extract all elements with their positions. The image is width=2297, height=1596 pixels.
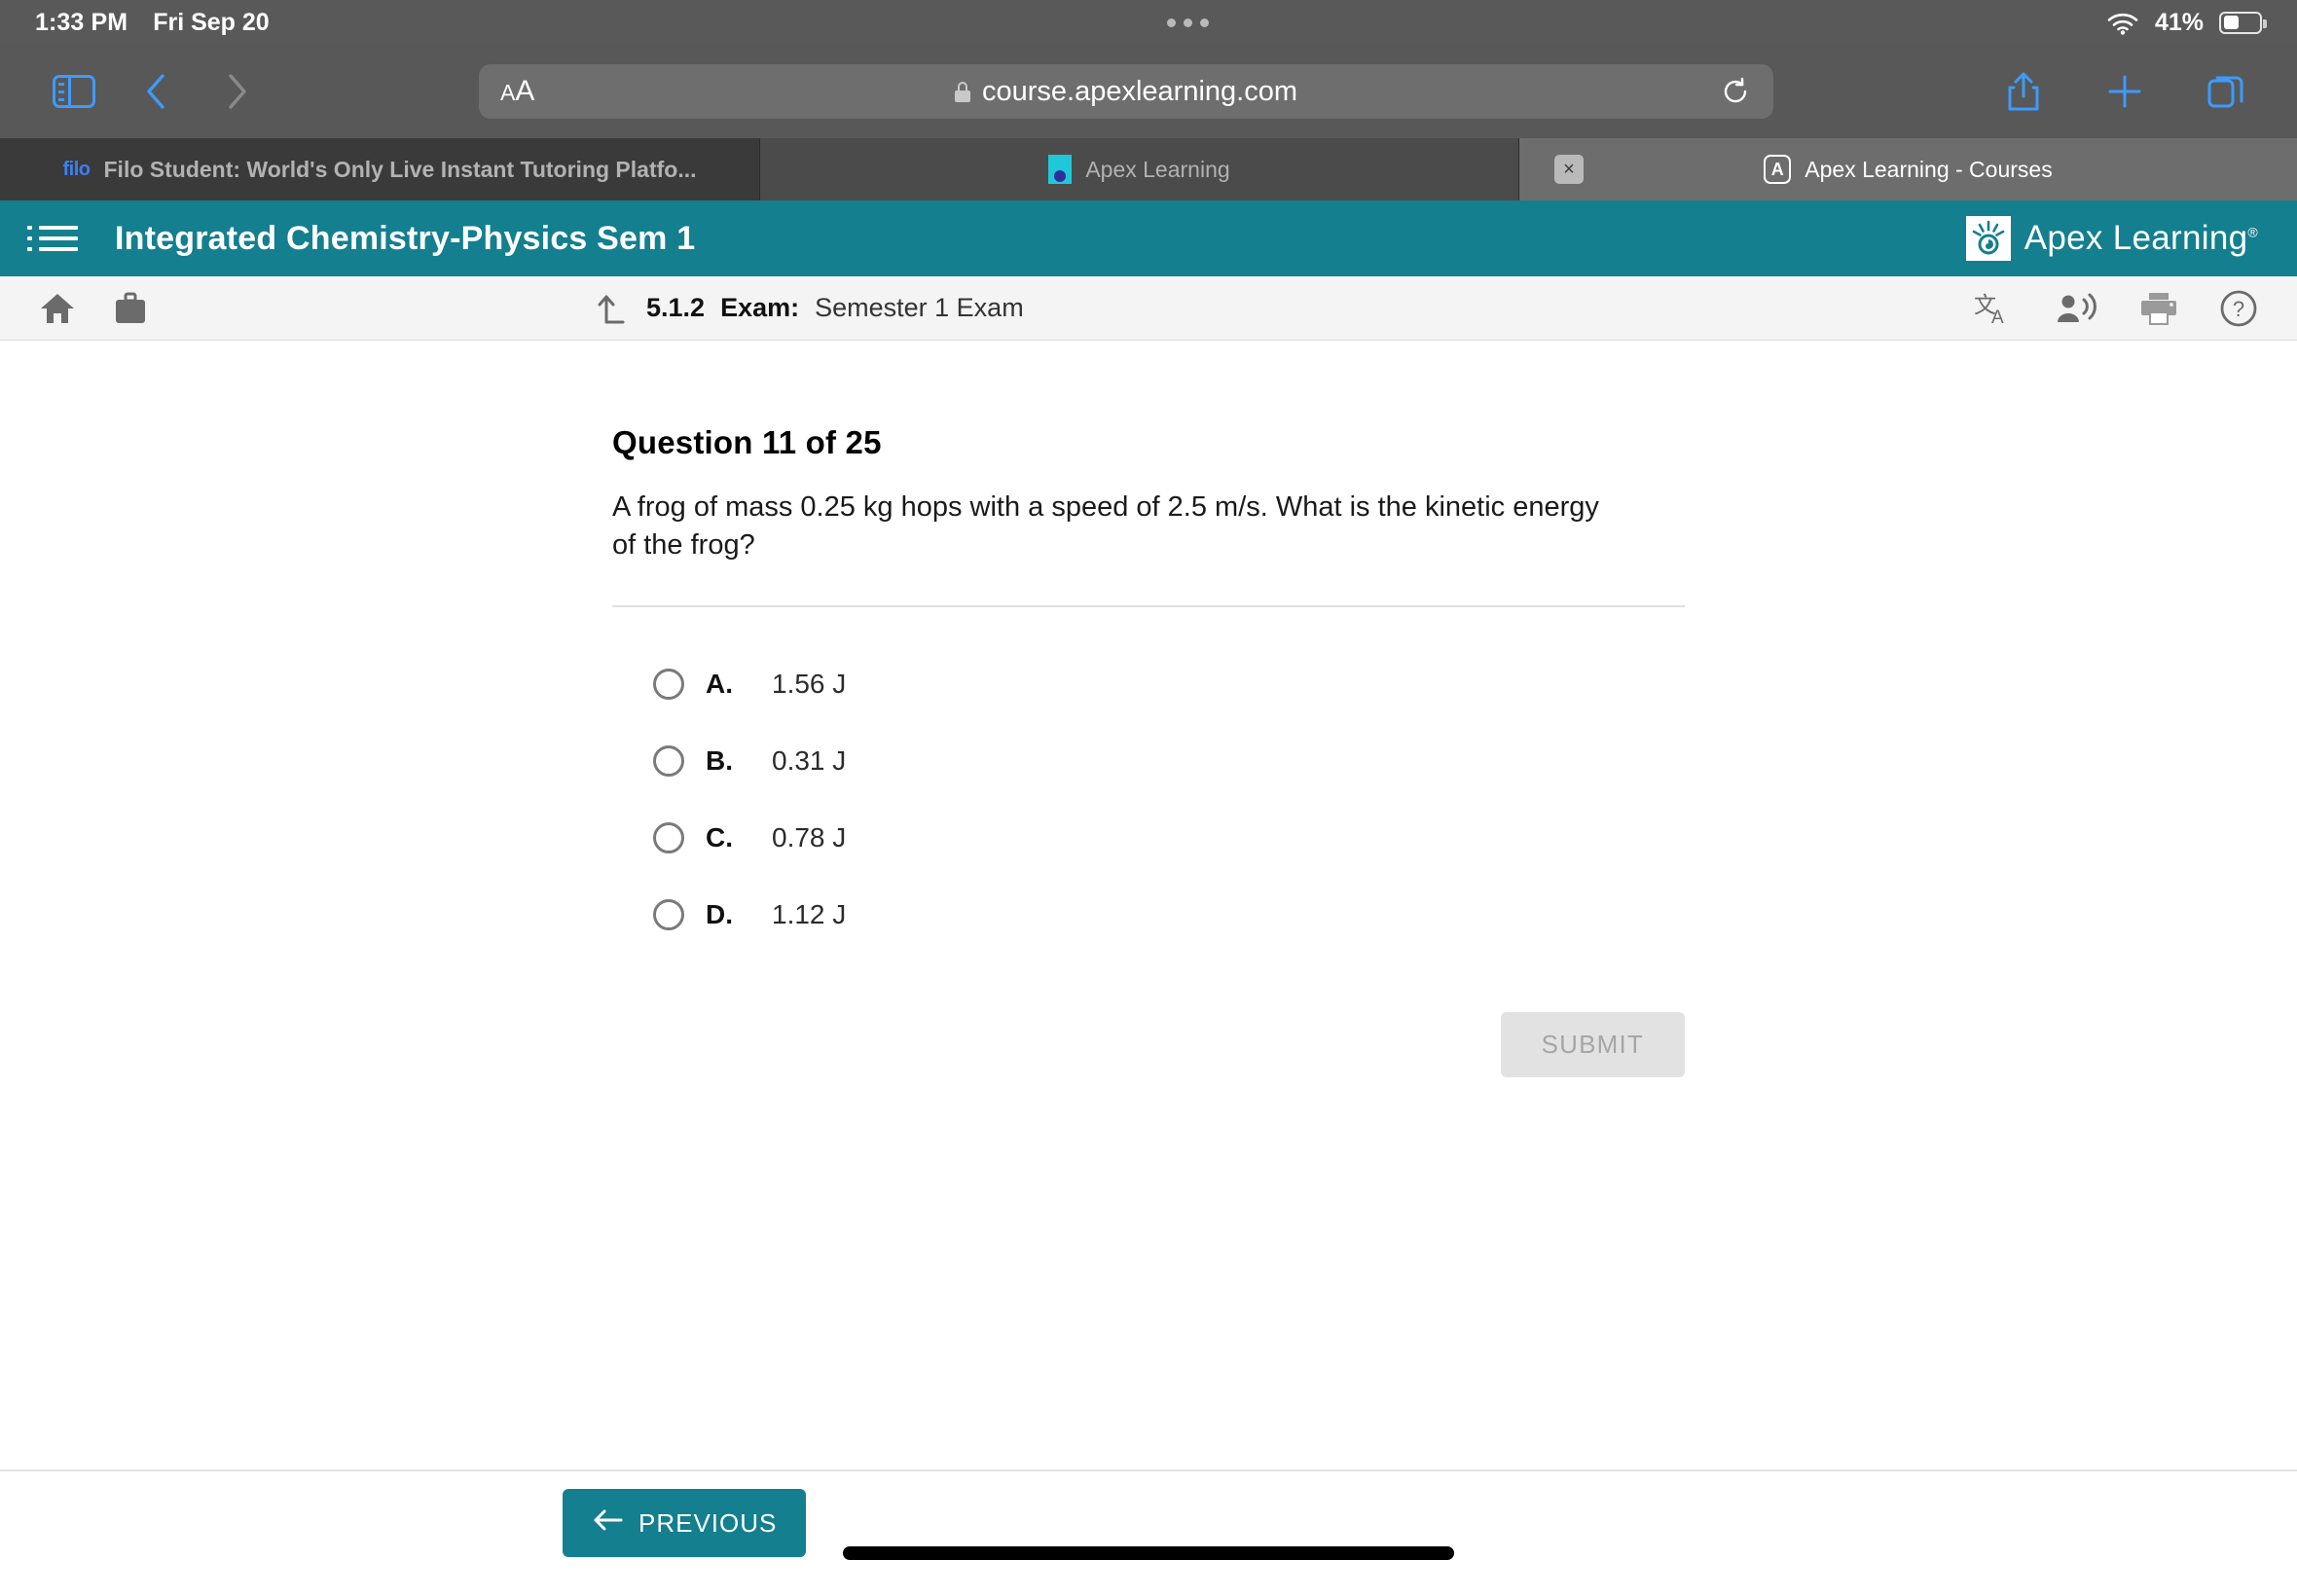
radio-button[interactable] bbox=[653, 669, 684, 701]
tab-bar: filo Filo Student: World's Only Live Ins… bbox=[0, 138, 2297, 200]
tab-filo-student[interactable]: filo Filo Student: World's Only Live Ins… bbox=[0, 138, 760, 200]
status-date: Fri Sep 20 bbox=[153, 8, 270, 36]
page-title: Integrated Chemistry-Physics Sem 1 bbox=[115, 219, 696, 257]
battery-icon bbox=[2219, 11, 2267, 34]
answer-option-d[interactable]: D. 1.12 J bbox=[653, 877, 1685, 954]
text-size-button[interactable]: AA bbox=[500, 75, 534, 107]
brand-trademark: ® bbox=[2247, 224, 2258, 240]
translate-icon[interactable]: 文A bbox=[1974, 289, 2015, 328]
battery-percent: 41% bbox=[2154, 8, 2204, 36]
question-card: Question 11 of 25 A frog of mass 0.25 kg… bbox=[612, 341, 1685, 1077]
url-text: course.apexlearning.com bbox=[981, 75, 1297, 107]
course-header: Integrated Chemistry-Physics Sem 1 Apex … bbox=[0, 200, 2297, 276]
breadcrumb-code: 5.1.2 bbox=[646, 293, 706, 322]
breadcrumb-type: Exam: bbox=[720, 293, 800, 322]
question-text: A frog of mass 0.25 kg hops with a speed… bbox=[612, 491, 1599, 561]
status-bar-right: 41% bbox=[2106, 8, 2267, 37]
wifi-icon bbox=[2106, 10, 2139, 35]
tab-apex-learning[interactable]: Apex Learning bbox=[760, 138, 1519, 200]
close-icon[interactable]: × bbox=[1554, 155, 1584, 184]
address-bar[interactable]: AA course.apexlearning.com bbox=[479, 64, 1773, 119]
tab-title: Apex Learning - Courses bbox=[1805, 156, 2053, 182]
sidebar-icon[interactable] bbox=[33, 75, 115, 108]
share-icon[interactable] bbox=[1986, 71, 2061, 112]
plus-icon[interactable] bbox=[2087, 73, 2163, 110]
briefcase-icon[interactable] bbox=[113, 292, 148, 325]
radio-button[interactable] bbox=[653, 899, 684, 931]
ios-status-bar: 1:33 PM Fri Sep 20 41% bbox=[0, 0, 2297, 45]
lesson-toolbar-right: 文A ? bbox=[1974, 289, 2258, 328]
status-bar-center bbox=[270, 18, 2106, 27]
svg-text:?: ? bbox=[2233, 297, 2244, 321]
safari-toolbar: AA course.apexlearning.com bbox=[0, 45, 2297, 138]
tab-title: Filo Student: World's Only Live Instant … bbox=[103, 156, 697, 182]
answer-option-b[interactable]: B. 0.31 J bbox=[653, 723, 1685, 800]
svg-text:A: A bbox=[1991, 308, 2004, 328]
option-letter: C. bbox=[706, 822, 733, 853]
option-letter: B. bbox=[706, 745, 733, 777]
answer-option-c[interactable]: C. 0.78 J bbox=[653, 800, 1685, 877]
apex-favicon bbox=[1048, 155, 1073, 184]
option-text: 0.78 J bbox=[772, 822, 847, 853]
text-size-small-label: A bbox=[500, 80, 515, 105]
option-text: 0.31 J bbox=[772, 745, 847, 777]
answer-options: A. 1.56 J B. 0.31 J C. 0.78 J D. 1.12 J bbox=[612, 646, 1685, 954]
radio-button[interactable] bbox=[653, 745, 684, 778]
hamburger-menu-icon[interactable] bbox=[27, 226, 78, 251]
previous-button[interactable]: PREVIOUS bbox=[563, 1489, 807, 1557]
radio-button[interactable] bbox=[653, 822, 684, 854]
brand-name: Apex Learning bbox=[2024, 219, 2248, 257]
lesson-toolbar-left bbox=[39, 292, 148, 325]
status-time: 1:33 PM bbox=[35, 8, 128, 36]
print-icon[interactable] bbox=[2139, 291, 2178, 326]
status-bar-left: 1:33 PM Fri Sep 20 bbox=[35, 9, 270, 37]
lesson-toolbar: 5.1.2 Exam: Semester 1 Exam 文A ? bbox=[0, 276, 2297, 341]
submit-row: SUBMIT bbox=[612, 1011, 1685, 1077]
navigation-bar: PREVIOUS bbox=[0, 1469, 2297, 1575]
filo-favicon: filo bbox=[62, 158, 91, 180]
option-text: 1.56 J bbox=[772, 669, 847, 700]
reload-icon[interactable] bbox=[1721, 77, 1750, 106]
lock-icon bbox=[954, 81, 970, 102]
address-bar-content: course.apexlearning.com bbox=[479, 76, 1773, 108]
breadcrumb: 5.1.2 Exam: Semester 1 Exam bbox=[598, 291, 1024, 326]
text-size-large-label: A bbox=[515, 75, 534, 107]
tabs-icon[interactable] bbox=[2188, 72, 2264, 111]
answer-option-a[interactable]: A. 1.56 J bbox=[653, 646, 1685, 723]
level-up-arrow-icon[interactable] bbox=[598, 291, 631, 326]
help-icon[interactable]: ? bbox=[2219, 289, 2258, 328]
apex-logo-mark-icon bbox=[1965, 216, 2011, 261]
chevron-left-icon[interactable] bbox=[115, 73, 197, 110]
submit-button[interactable]: SUBMIT bbox=[1500, 1011, 1685, 1077]
multitasking-dots-icon[interactable] bbox=[1166, 18, 1209, 27]
home-indicator[interactable] bbox=[843, 1546, 1454, 1560]
breadcrumb-name: Semester 1 Exam bbox=[815, 293, 1024, 322]
apex-learning-logo: Apex Learning® bbox=[1965, 216, 2258, 261]
safari-toolbar-right bbox=[1986, 71, 2264, 112]
read-aloud-icon[interactable] bbox=[2056, 292, 2098, 325]
apex-logo-text: Apex Learning® bbox=[2024, 219, 2258, 258]
tab-title: Apex Learning bbox=[1085, 156, 1230, 182]
chevron-right-icon bbox=[197, 73, 278, 110]
option-text: 1.12 J bbox=[772, 899, 847, 930]
arrow-left-icon bbox=[592, 1508, 623, 1539]
option-letter: D. bbox=[706, 899, 733, 930]
question-content: Question 11 of 25 A frog of mass 0.25 kg… bbox=[0, 341, 2297, 1575]
divider bbox=[612, 604, 1685, 607]
option-letter: A. bbox=[706, 669, 733, 700]
apex-courses-favicon: A bbox=[1764, 155, 1792, 184]
tab-apex-learning-courses[interactable]: × A Apex Learning - Courses bbox=[1519, 138, 2297, 200]
question-heading: Question 11 of 25 bbox=[612, 424, 882, 460]
previous-button-label: PREVIOUS bbox=[638, 1507, 778, 1538]
home-icon[interactable] bbox=[39, 292, 76, 325]
